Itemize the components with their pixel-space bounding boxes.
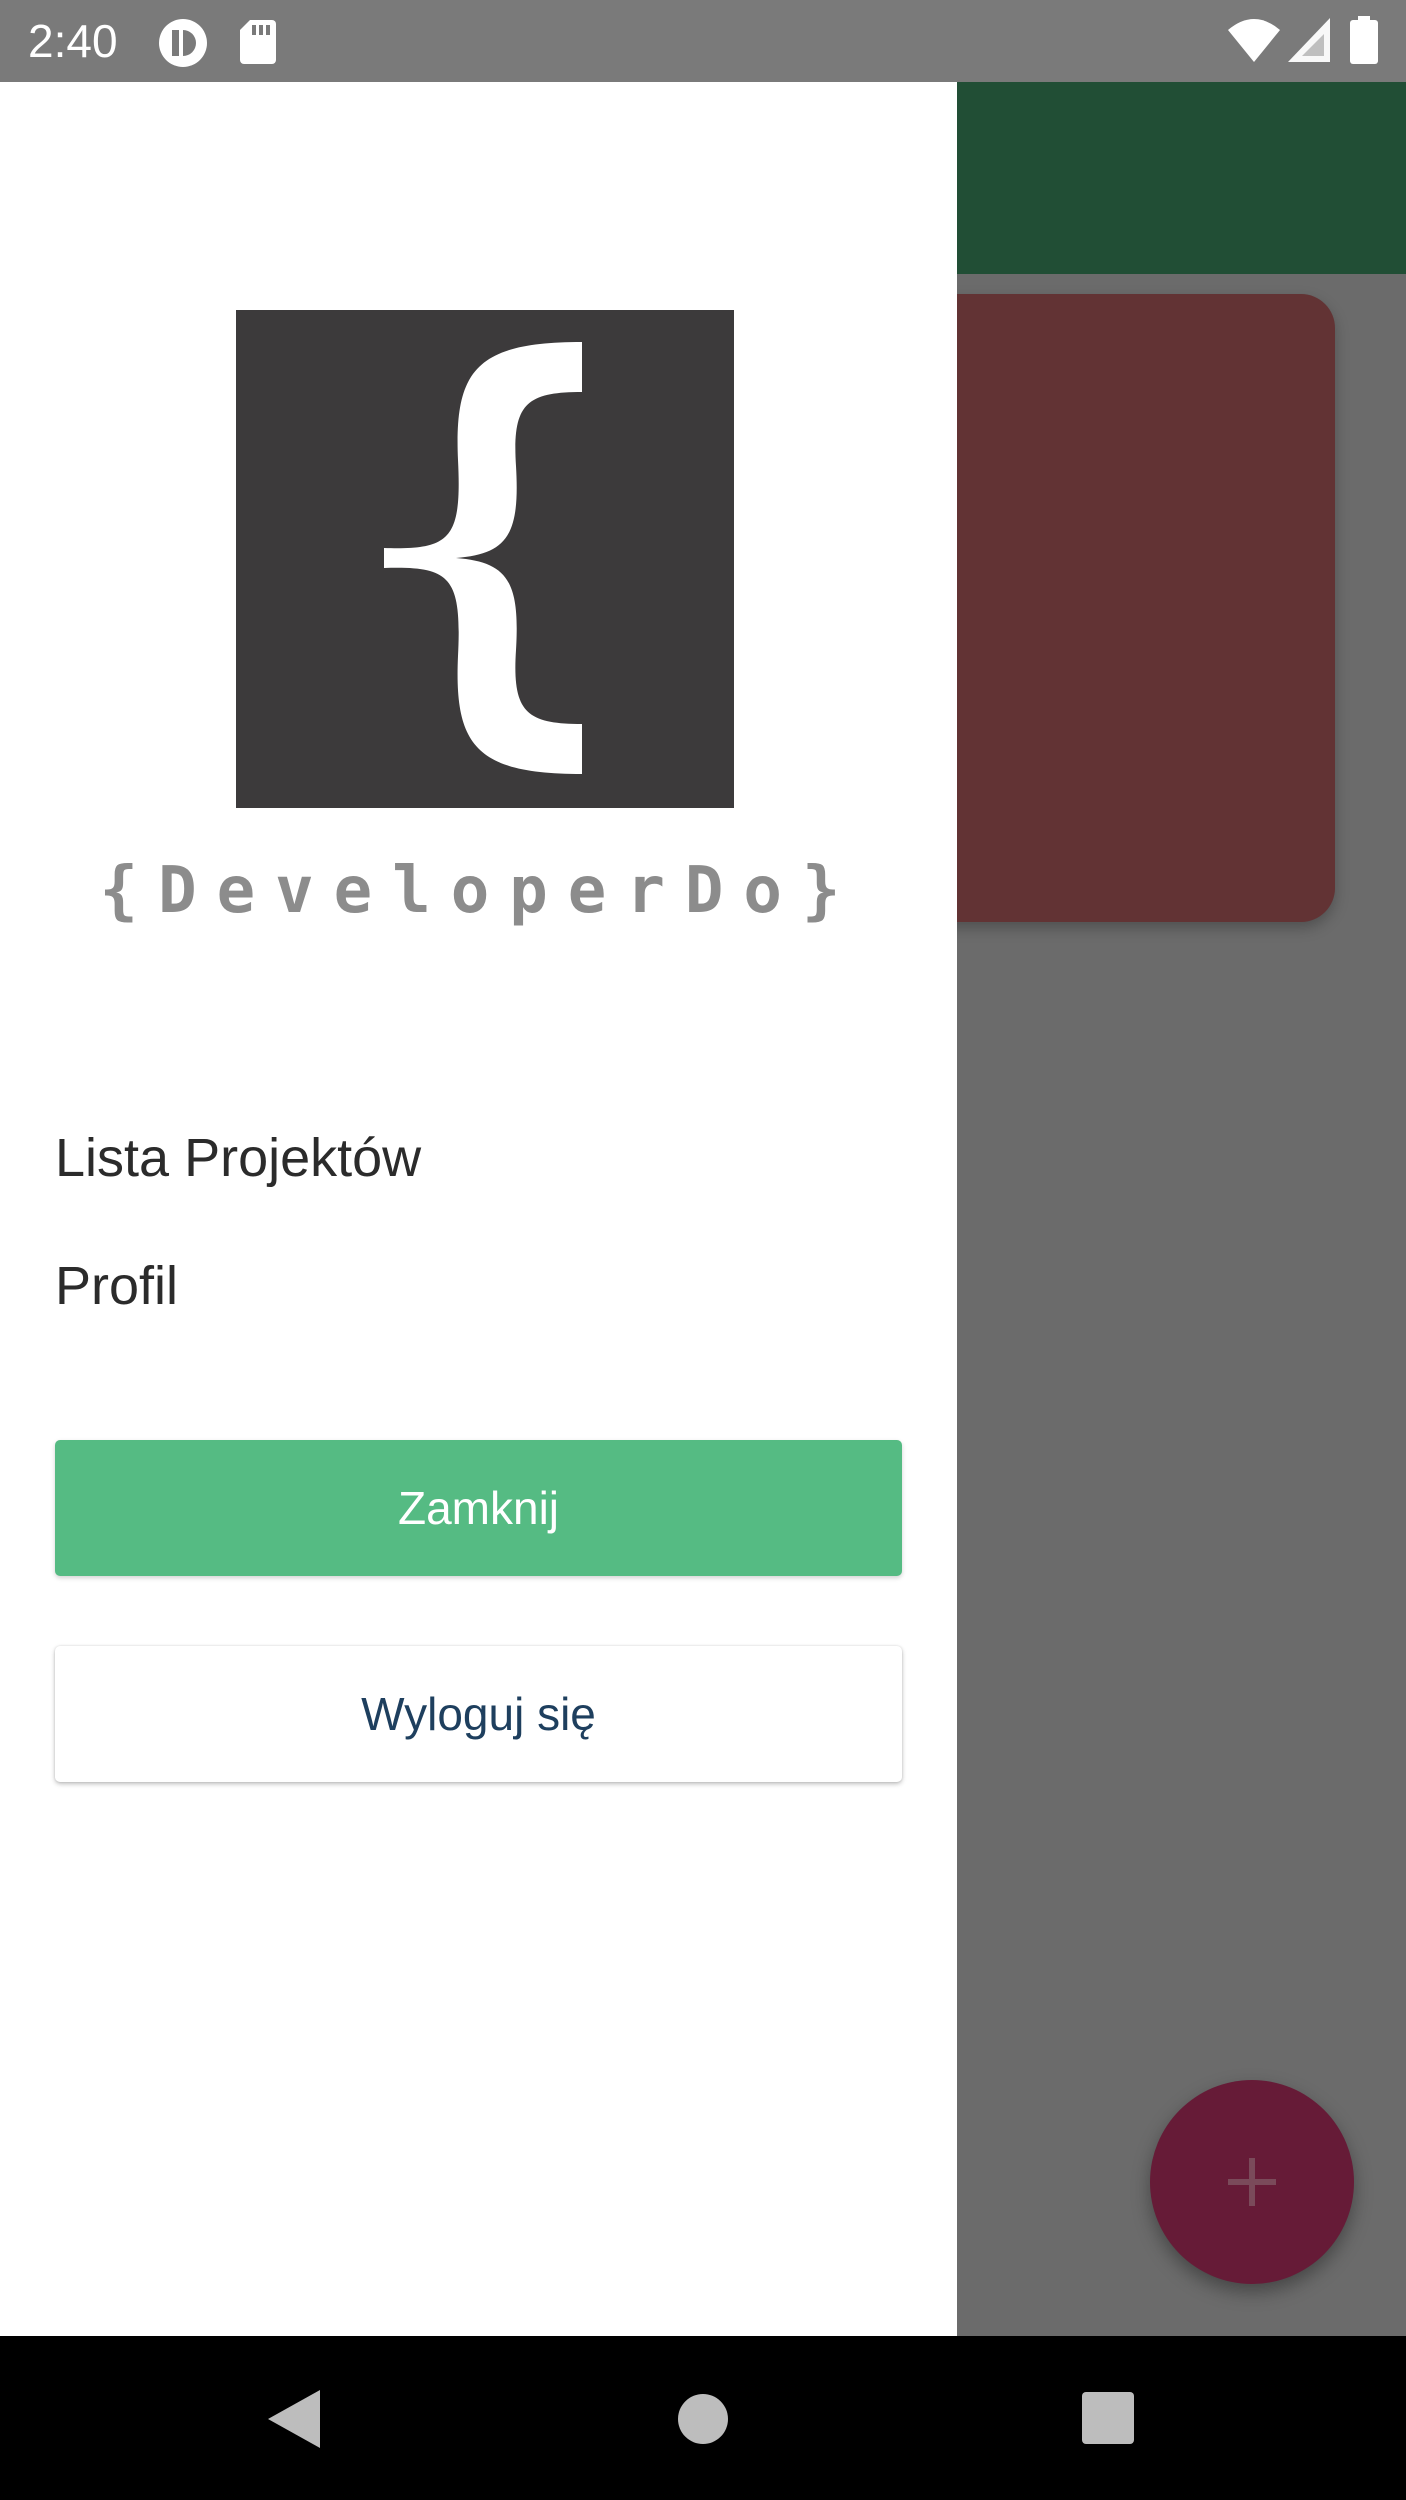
brand-text: {DeveloperDo}: [99, 854, 861, 928]
menu-item-project-list[interactable]: Lista Projektów: [55, 1126, 421, 1190]
back-icon[interactable]: [268, 2390, 320, 2453]
home-icon[interactable]: [678, 2394, 728, 2449]
app-notification-icon: [158, 18, 208, 73]
logout-button[interactable]: Wyloguj się: [55, 1646, 902, 1782]
recents-icon[interactable]: [1082, 2392, 1134, 2449]
battery-icon: [1350, 16, 1378, 69]
close-button[interactable]: Zamknij: [55, 1440, 902, 1576]
curly-brace-logo-icon: [236, 310, 734, 808]
sd-card-icon: [240, 20, 276, 69]
menu-item-profile[interactable]: Profil: [55, 1254, 178, 1318]
add-project-fab[interactable]: [1150, 2080, 1354, 2284]
close-button-label: Zamknij: [397, 1482, 560, 1534]
logout-button-label: Wyloguj się: [361, 1688, 596, 1740]
wifi-icon: [1228, 18, 1280, 67]
navigation-bar: [0, 2336, 1406, 2500]
signal-icon: [1288, 18, 1330, 67]
navigation-drawer: {DeveloperDo} Lista Projektów Profil Zam…: [0, 82, 957, 2336]
status-bar: 2:40: [0, 0, 1406, 82]
status-time: 2:40: [28, 15, 118, 67]
